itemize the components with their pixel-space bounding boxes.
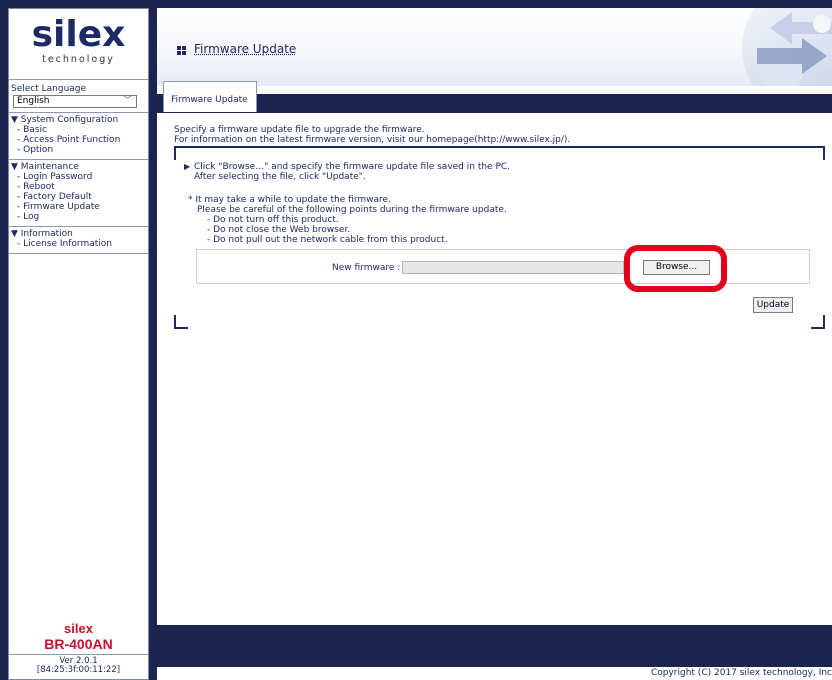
play-arrow-icon: ▶ xyxy=(184,162,191,171)
sidebar-section-maintenance: ▼ Maintenance - Login Password - Reboot … xyxy=(9,160,148,226)
note-line: Please be careful of the following point… xyxy=(197,205,507,215)
new-firmware-label: New firmware : xyxy=(332,263,401,273)
sidebar-item-log[interactable]: - Log xyxy=(17,212,148,222)
note-line: - Do not close the Web browser. xyxy=(207,225,351,235)
panel-corner xyxy=(174,146,188,160)
tab-bar xyxy=(157,94,832,112)
update-button[interactable]: Update xyxy=(753,297,793,313)
logo-wordmark: silex xyxy=(31,14,126,55)
instruction-line: After selecting the file, click "Update"… xyxy=(194,172,366,182)
page-title: Firmware Update xyxy=(194,42,297,56)
title-grid-icon xyxy=(177,46,186,55)
model-info: silex BR-400AN xyxy=(9,621,148,652)
mac-address: [84:25:3f:00:11:22] xyxy=(36,665,121,675)
sidebar-item-option[interactable]: - Option xyxy=(17,145,148,155)
sidebar-item-basic[interactable]: - Basic xyxy=(17,125,148,135)
sidebar-header-information[interactable]: ▼ Information xyxy=(9,227,148,239)
silex-logo: silex technology xyxy=(9,9,148,80)
notes: * It may take a while to update the firm… xyxy=(188,195,507,245)
intro-line-homepage: For information on the latest firmware v… xyxy=(174,135,571,145)
panel-corner xyxy=(811,146,825,160)
tab-firmware-update[interactable]: Firmware Update xyxy=(163,81,257,112)
select-language-label: Select Language xyxy=(11,84,87,94)
model-name: BR-400AN xyxy=(44,636,113,652)
tab-underline xyxy=(157,112,832,113)
firmware-panel: ▶ Click "Browse…" and specify the firmwar… xyxy=(174,146,825,329)
logo-subtitle: technology xyxy=(42,54,115,65)
instruction-line: Click "Browse…" and specify the firmware… xyxy=(194,162,511,172)
note-line: * It may take a while to update the firm… xyxy=(188,195,391,205)
footer-bar xyxy=(157,625,832,667)
title-bar: Firmware Update xyxy=(157,8,832,86)
chevron-down-icon: ﹀ xyxy=(122,96,132,106)
panel-corner xyxy=(174,315,188,329)
sidebar: silex technology Select Language English… xyxy=(8,8,149,680)
firmware-file-row: New firmware : Browse... xyxy=(196,245,810,292)
intro-text: Specify a firmware update file to upgrad… xyxy=(174,125,570,145)
note-line: - Do not pull out the network cable from… xyxy=(207,235,448,245)
sidebar-item-factory-default[interactable]: - Factory Default xyxy=(17,192,148,202)
model-brand: silex xyxy=(64,621,93,636)
decorative-arrows-graphic xyxy=(742,8,832,86)
sidebar-item-firmware-update[interactable]: - Firmware Update xyxy=(17,202,148,212)
sidebar-item-reboot[interactable]: - Reboot xyxy=(17,182,148,192)
instructions: ▶ Click "Browse…" and specify the firmwar… xyxy=(184,162,510,182)
version-info: Ver 2.0.1 [84:25:3f:00:11:22] xyxy=(9,654,148,675)
language-selected-value: English xyxy=(17,96,50,106)
sidebar-item-access-point-function[interactable]: - Access Point Function xyxy=(17,135,148,145)
sidebar-item-license-information[interactable]: - License Information xyxy=(17,239,148,249)
highlight-annotation xyxy=(624,245,727,292)
sidebar-item-login-password[interactable]: - Login Password xyxy=(17,172,148,182)
language-select[interactable]: English ﹀ xyxy=(13,95,137,108)
sidebar-divider xyxy=(9,253,148,254)
intro-line: Specify a firmware update file to upgrad… xyxy=(174,125,425,135)
panel-corner xyxy=(811,315,825,329)
panel-border-top xyxy=(186,146,813,148)
main-content: Firmware Update Firmware Update Specify … xyxy=(157,8,832,680)
sidebar-section-information: ▼ Information - License Information xyxy=(9,227,148,253)
sidebar-header-system-configuration[interactable]: ▼ System Configuration xyxy=(9,113,148,125)
copyright-text: Copyright (C) 2017 silex technology, Inc xyxy=(157,667,832,680)
sidebar-header-maintenance[interactable]: ▼ Maintenance xyxy=(9,160,148,172)
firmware-file-input[interactable] xyxy=(402,261,624,274)
sidebar-section-system-configuration: ▼ System Configuration - Basic - Access … xyxy=(9,113,148,159)
note-line: - Do not turn off this product. xyxy=(207,215,339,225)
